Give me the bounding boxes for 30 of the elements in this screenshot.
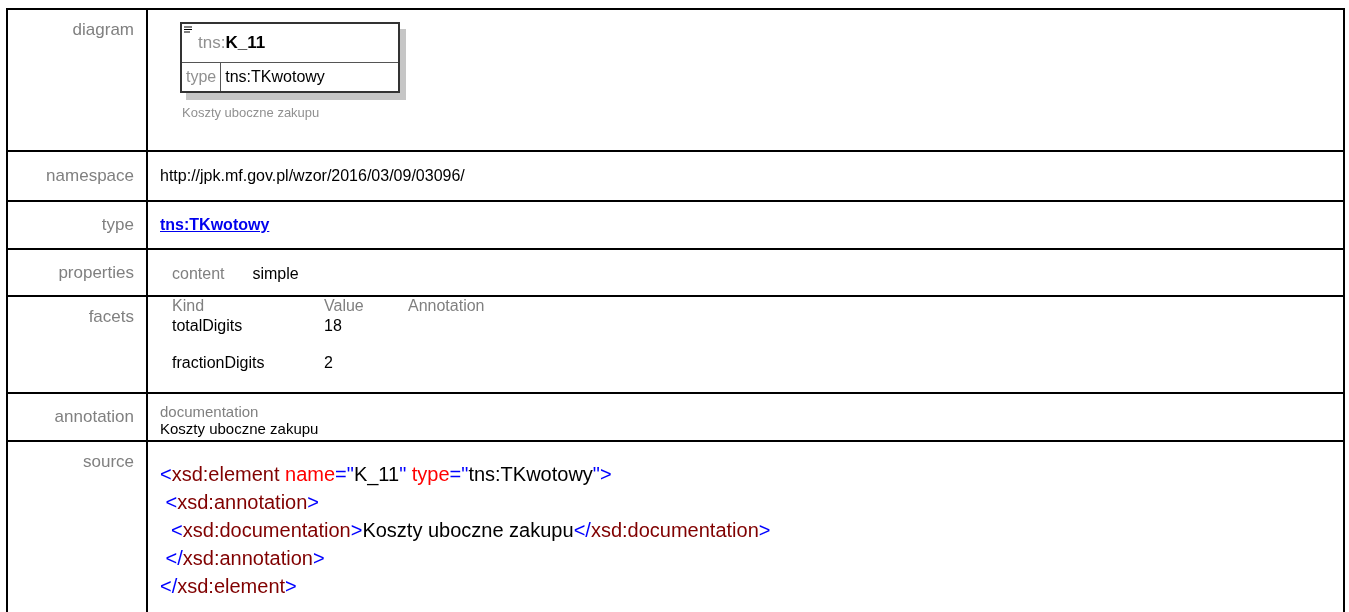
facet-value: 2 — [324, 354, 333, 373]
namespace-value: http://jpk.mf.gov.pl/wzor/2016/03/09/03096/ — [160, 167, 466, 185]
facet-kind: totalDigits — [172, 317, 243, 336]
property-value: simple — [252, 264, 299, 283]
element-name: tns:K_11 — [198, 33, 266, 53]
diagram-caption: Koszty uboczne zakupu — [182, 105, 321, 120]
annotation-heading: documentation — [160, 403, 260, 420]
lines-icon — [184, 26, 192, 33]
code-line: </xsd:element> — [160, 574, 298, 599]
row-label: diagram — [72, 20, 134, 40]
column-header: Annotation — [408, 297, 485, 316]
annotation-text: Koszty uboczne zakupu — [160, 420, 320, 437]
code-line: <xsd:annotation> — [164, 490, 321, 515]
row-label: namespace — [46, 166, 134, 186]
row-label: facets — [88, 307, 134, 327]
row-label: properties — [58, 262, 134, 283]
column-header: Kind — [172, 297, 205, 316]
row-label: annotation — [54, 407, 134, 427]
type-link[interactable]: tns:TKwotowy — [160, 216, 270, 233]
row-label: type — [101, 215, 134, 235]
facet-kind: fractionDigits — [172, 354, 265, 373]
code-line: <xsd:element name="K_11" type="tns:TKwotowy"> — [160, 462, 613, 488]
type-value: tns:TKwotowy — [224, 67, 326, 87]
code-line: <xsd:documentation>Koszty uboczne zakupu</xsd:documentation> — [170, 518, 772, 543]
code-line: </xsd:annotation> — [164, 546, 326, 571]
column-header: Value — [324, 297, 364, 316]
row-label: source — [82, 452, 134, 472]
property-name: content — [172, 264, 225, 283]
type-label: type — [182, 63, 222, 91]
facet-value: 18 — [324, 317, 342, 336]
